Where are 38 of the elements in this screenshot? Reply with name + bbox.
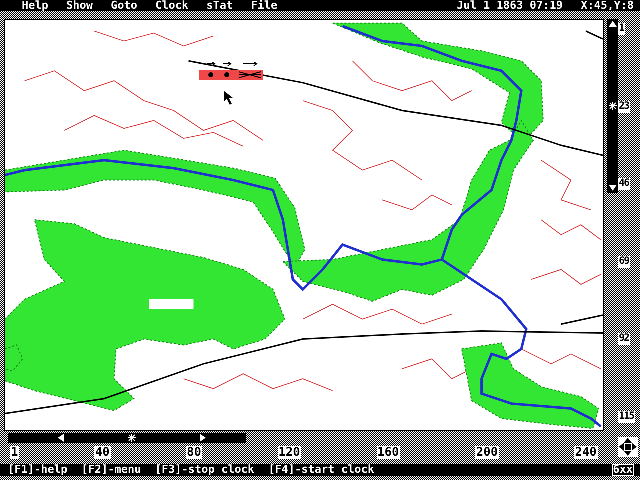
x-scale-label: 80 [186,446,202,459]
x-scale-label: 200 [475,446,500,459]
scroll-thumb[interactable] [8,433,246,443]
menu-item[interactable]: File [251,0,278,11]
menu-item[interactable]: Clock [156,0,189,11]
x-scale-label: 160 [376,446,400,459]
menu-item[interactable]: sTat [206,0,234,11]
x-scale-label: 40 [94,446,111,459]
position-marker-icon [128,434,136,442]
y-scale-label: 115 [618,410,636,423]
terrain-map-drawing[interactable] [5,20,603,430]
right-arrow-icon[interactable] [200,434,206,442]
x-scale-label: 240 [574,446,598,459]
up-arrow-icon[interactable] [608,21,616,27]
position-marker-icon [608,102,616,110]
y-scale-label: 92 [618,333,630,346]
move-icon[interactable] [618,437,638,457]
cursor-coordinates: X:45,Y:8 [581,0,634,11]
menu-item[interactable]: Goto [111,0,138,11]
y-scale-label: 46 [618,178,630,190]
x-scale-label: 1 [10,446,20,459]
function-key-hint: [F3]-stop clock [155,464,255,476]
y-scale-label: 23 [618,100,630,113]
y-scale-label: 69 [618,256,630,268]
date-time: Jul 1 1863 07:19 [457,0,564,11]
mouse-cursor-icon [224,91,234,105]
function-key-hint: [F1]-help [8,464,68,476]
menu-item[interactable]: Help [22,0,48,11]
scroll-thumb[interactable] [607,19,618,193]
left-arrow-icon[interactable] [58,434,64,442]
function-key-hint: [F4]-start clock [268,464,375,476]
x-scale-label: 120 [278,446,302,459]
function-key-hint: [F2]-menu [82,464,142,476]
down-arrow-icon[interactable] [608,185,616,191]
status-indicator: 6xx [612,464,634,476]
y-scale-label: 1 [618,23,626,35]
menu-item[interactable]: Show [66,0,93,11]
unit-marker-icon[interactable] [199,62,263,80]
